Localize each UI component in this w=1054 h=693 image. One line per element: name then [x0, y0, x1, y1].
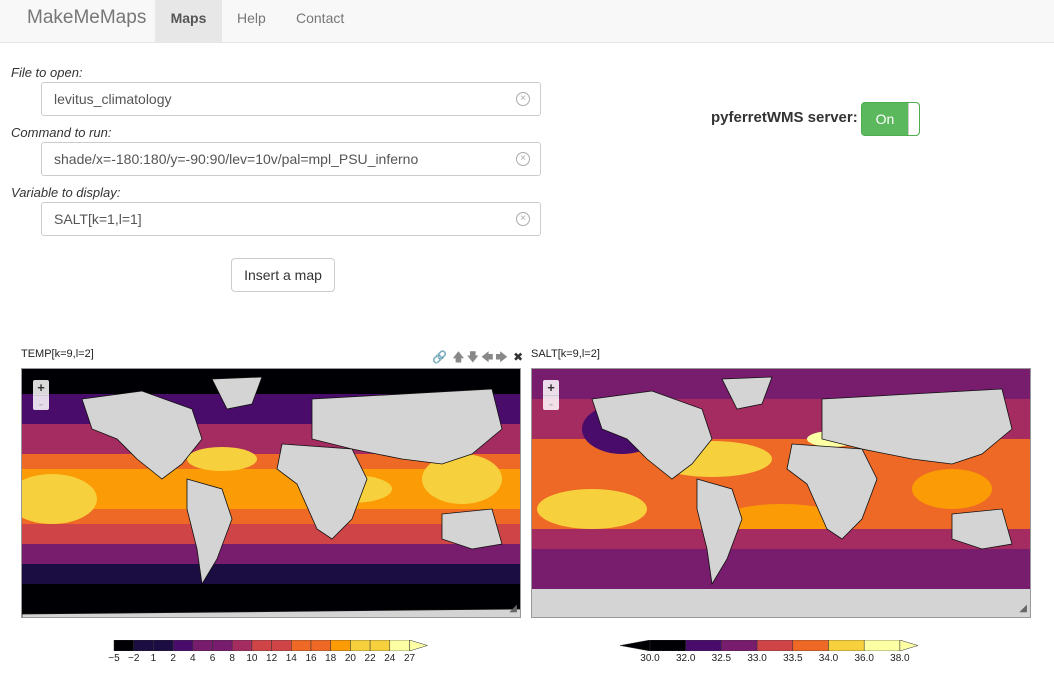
colorbar-cell	[863, 640, 901, 651]
colorbar-cell	[192, 640, 213, 651]
colorbar-cell	[649, 640, 686, 651]
colorbar-tick-label: 33.0	[747, 653, 767, 664]
map-title-temp: TEMP[k=9,l=2]	[21, 348, 94, 360]
arrow-down-icon[interactable]: 🡇	[467, 350, 479, 364]
colorbar-cell	[251, 640, 272, 651]
file-input-value: levitus_climatology	[54, 91, 172, 107]
colorbar-cell	[389, 640, 410, 651]
arrow-left-icon[interactable]: 🡄	[481, 350, 493, 364]
colorbar-tick-label: 10	[246, 653, 258, 664]
colorbar-cell	[330, 640, 351, 651]
zoom-control: + -	[543, 380, 559, 411]
map-toolbar: 🔗 🡅 🡇 🡄 🡆 ✖	[430, 348, 523, 369]
colorbar-salt	[620, 640, 919, 651]
nav-item-maps[interactable]: Maps	[155, 0, 222, 42]
colorbar-tick-label: 34.0	[818, 653, 839, 664]
colorbar-tick-label: 8	[229, 653, 235, 664]
command-input[interactable]: shade/x=-180:180/y=-90:90/lev=10v/pal=mp…	[41, 142, 541, 176]
colorbar-tick-label: 16	[305, 653, 317, 664]
colorbar-tick-label: 12	[266, 653, 278, 664]
server-toggle-label: On	[875, 111, 895, 127]
arrow-right-icon[interactable]: 🡆	[495, 350, 507, 364]
file-input[interactable]: levitus_climatology ×	[41, 82, 541, 116]
file-label: File to open:	[11, 65, 83, 80]
command-label: Command to run:	[11, 125, 112, 140]
colorbar-tick-label: 36.0	[854, 653, 874, 664]
brand-logo[interactable]: MakeMeMaps	[27, 7, 146, 29]
colorbar-cell	[792, 640, 829, 651]
navbar: MakeMeMaps Maps Help Contact	[0, 0, 1054, 43]
colorbar-cell	[756, 640, 794, 651]
nav-item-help[interactable]: Help	[237, 0, 266, 42]
clear-icon[interactable]: ×	[516, 92, 530, 106]
server-toggle[interactable]: On	[861, 102, 920, 136]
colorbar-cell	[153, 640, 174, 651]
colorbar-tick-label: 4	[190, 653, 196, 664]
close-icon[interactable]: ✖	[513, 350, 523, 364]
variable-input[interactable]: SALT[k=1,l=1] ×	[41, 202, 541, 236]
colorbar-tick-label: 24	[384, 653, 396, 664]
zoom-in-button[interactable]: +	[33, 380, 49, 395]
link-icon[interactable]: 🔗	[432, 350, 447, 364]
colorbar-cell	[369, 640, 391, 651]
colorbar-cell	[350, 640, 371, 651]
colorbar-temp	[113, 640, 429, 651]
map-image-salt	[532, 369, 1030, 617]
colorbar-cell	[172, 640, 194, 651]
colorbar-cell	[828, 640, 865, 651]
colorbar-cell	[133, 640, 154, 651]
clear-icon[interactable]: ×	[516, 152, 530, 166]
colorbar-tick-label: 33.5	[783, 653, 803, 664]
colorbar-tick-label: 14	[285, 653, 297, 664]
command-input-value: shade/x=-180:180/y=-90:90/lev=10v/pal=mp…	[54, 151, 419, 167]
colorbar-cell	[231, 640, 253, 651]
arrow-up-icon[interactable]: 🡅	[452, 350, 464, 364]
toggle-knob[interactable]	[908, 103, 919, 135]
zoom-out-button[interactable]: -	[33, 395, 49, 411]
zoom-in-button[interactable]: +	[543, 380, 559, 395]
colorbar-tick-label: 6	[209, 653, 216, 664]
colorbar-tick-label: 38.0	[890, 653, 910, 664]
server-label: pyferretWMS server:	[711, 109, 858, 126]
colorbar-tick-label: 18	[325, 653, 337, 664]
colorbar-tick-label: 27	[403, 653, 416, 664]
colorbar-tick-label: −2	[127, 653, 140, 664]
colorbar-tick-label: 22	[364, 653, 376, 664]
variable-label: Variable to display:	[11, 185, 121, 200]
colorbar-cell	[291, 640, 312, 651]
colorbar-cell	[212, 640, 233, 651]
insert-map-button[interactable]: Insert a map	[231, 258, 335, 292]
colorbar-min-arrow	[620, 640, 651, 651]
map-title-salt: SALT[k=9,l=2]	[531, 348, 600, 360]
colorbar-tick-label: 2	[170, 653, 176, 664]
colorbar-cell	[271, 640, 292, 651]
resize-handle-icon[interactable]: ◢	[1019, 603, 1027, 614]
colorbar-max-arrow	[409, 640, 429, 651]
zoom-out-button[interactable]: -	[543, 395, 559, 411]
colorbar-cell	[113, 640, 134, 651]
map-salt[interactable]: + - ◢	[531, 368, 1031, 618]
zoom-control: + -	[33, 380, 49, 411]
colorbar-tick-label: −5	[108, 653, 120, 664]
resize-handle-icon[interactable]: ◢	[509, 603, 517, 614]
colorbar-tick-label: 32.5	[711, 653, 732, 664]
clear-icon[interactable]: ×	[516, 212, 530, 226]
map-image-temp	[22, 369, 520, 617]
colorbar-max-arrow	[899, 640, 919, 651]
colorbar-tick-label: 1	[150, 653, 157, 664]
colorbar-cell	[685, 640, 722, 651]
colorbar-tick-label: 32.0	[675, 653, 696, 664]
nav-item-contact[interactable]: Contact	[296, 0, 344, 42]
colorbar-tick-label: 20	[344, 653, 356, 664]
colorbar-cell	[310, 640, 331, 651]
colorbar-tick-label: 30.0	[640, 653, 660, 664]
colorbar-cell	[721, 640, 758, 651]
variable-input-value: SALT[k=1,l=1]	[54, 211, 142, 227]
map-temp[interactable]: + - ◢	[21, 368, 521, 618]
